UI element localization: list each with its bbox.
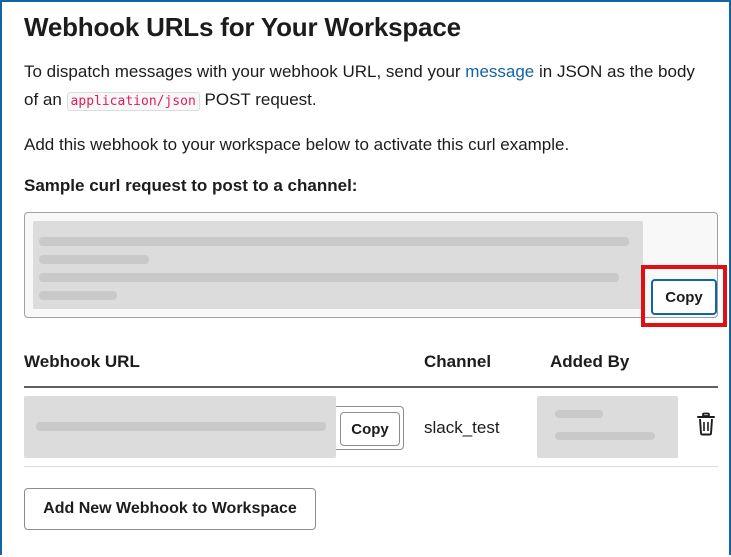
redacted-line	[39, 291, 117, 300]
page-title: Webhook URLs for Your Workspace	[24, 12, 461, 42]
trash-icon-glyph	[697, 412, 715, 436]
add-new-webhook-button[interactable]: Add New Webhook to Workspace	[24, 488, 316, 530]
column-header-added-by: Added By	[550, 352, 630, 371]
redacted-curl-text	[33, 221, 643, 309]
redacted-line	[39, 273, 619, 282]
activate-note: Add this webhook to your workspace below…	[24, 135, 570, 154]
table-header-divider	[24, 386, 718, 388]
intro-text-3: POST request.	[199, 90, 317, 109]
redacted-line	[555, 410, 603, 418]
copy-webhook-url-button[interactable]: Copy	[340, 412, 400, 446]
redacted-line	[36, 422, 326, 431]
curl-sample-box[interactable]	[24, 212, 718, 318]
column-header-channel: Channel	[424, 352, 492, 371]
redacted-line	[39, 237, 629, 246]
intro-text: To dispatch messages with your webhook U…	[24, 62, 466, 81]
copy-curl-button[interactable]: Copy	[651, 279, 717, 315]
content-type-code: application/json	[66, 92, 200, 111]
sample-curl-label: Sample curl request to post to a channel…	[24, 176, 358, 195]
redacted-line	[555, 432, 655, 440]
webhook-table-header: Webhook URL Channel Added By	[24, 352, 718, 382]
trash-icon[interactable]	[696, 412, 716, 436]
redacted-webhook-url[interactable]	[24, 396, 336, 458]
redacted-line	[39, 255, 149, 264]
redacted-added-by	[537, 396, 678, 458]
table-row-divider	[24, 466, 718, 467]
column-header-webhook-url: Webhook URL	[24, 352, 140, 371]
message-link[interactable]: message	[465, 62, 534, 81]
channel-cell: slack_test	[424, 418, 500, 437]
intro-paragraph: To dispatch messages with your webhook U…	[24, 58, 704, 116]
